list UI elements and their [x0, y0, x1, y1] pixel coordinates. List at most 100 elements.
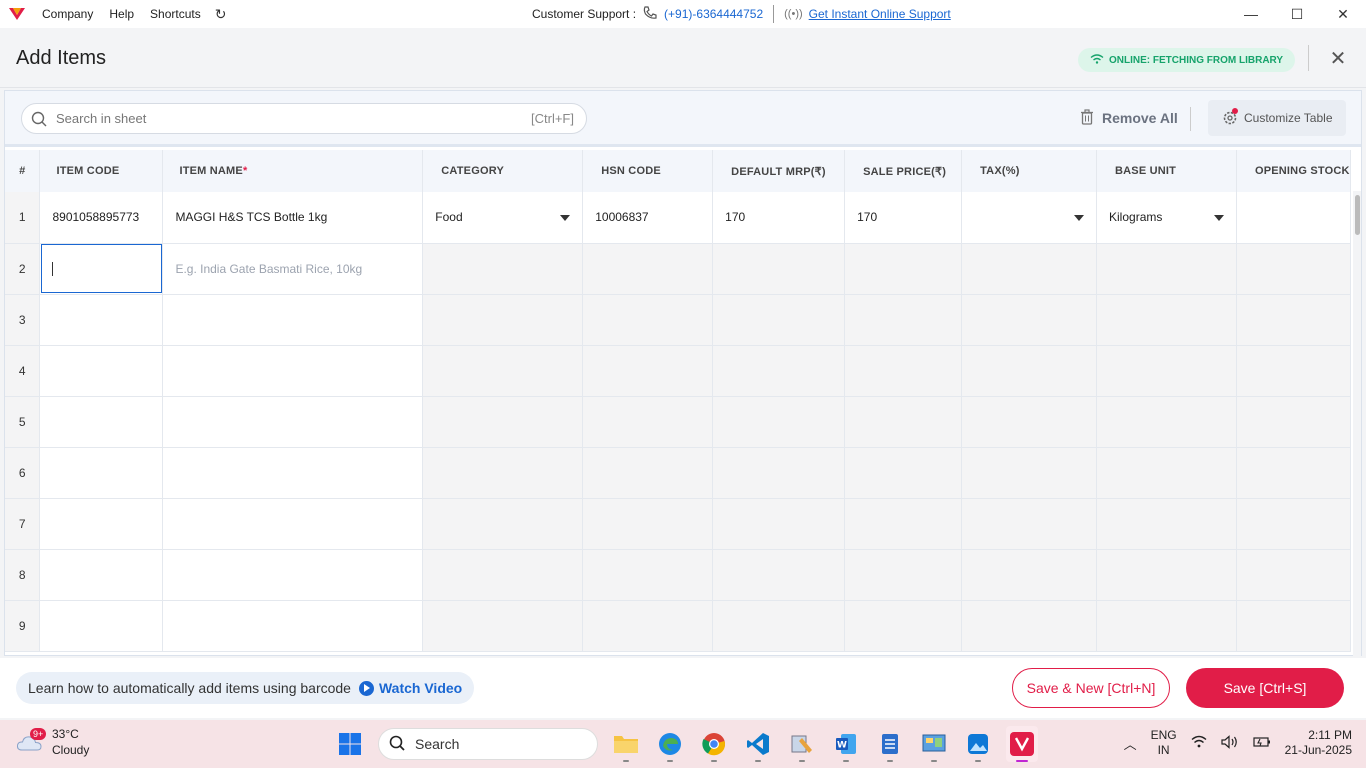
scrollbar-thumb[interactable] — [1355, 195, 1360, 235]
tax-cell[interactable] — [961, 345, 1098, 397]
sale-price-cell[interactable]: 170 — [844, 192, 963, 244]
edge-browser-icon[interactable] — [654, 726, 686, 762]
item-code-input[interactable] — [39, 243, 164, 295]
hsn-code-cell[interactable]: 10006837 — [582, 192, 714, 244]
item-name-cell[interactable] — [162, 498, 424, 550]
category-cell[interactable] — [422, 396, 584, 448]
item-code-cell[interactable] — [39, 447, 164, 499]
hsn-code-cell[interactable] — [582, 345, 714, 397]
opening-stock-cell[interactable] — [1236, 294, 1351, 346]
base-unit-cell[interactable] — [1096, 345, 1237, 397]
sale-price-cell[interactable] — [844, 600, 963, 652]
save-and-new-button[interactable]: Save & New [Ctrl+N] — [1012, 668, 1170, 708]
hsn-code-cell[interactable] — [582, 396, 714, 448]
mrp-cell[interactable] — [712, 600, 846, 652]
language-indicator[interactable]: ENG IN — [1151, 728, 1177, 758]
mrp-cell[interactable] — [712, 396, 846, 448]
item-name-input[interactable]: E.g. India Gate Basmati Rice, 10kg — [162, 243, 424, 295]
mrp-cell[interactable] — [712, 345, 846, 397]
weather-widget[interactable]: 9+ 33°C Cloudy — [16, 726, 89, 758]
chrome-browser-icon[interactable] — [698, 726, 730, 762]
mrp-cell[interactable] — [712, 294, 846, 346]
item-name-cell[interactable] — [162, 600, 424, 652]
mrp-cell[interactable] — [712, 549, 846, 601]
opening-stock-cell[interactable] — [1236, 549, 1351, 601]
refresh-icon[interactable]: ↻ — [215, 6, 227, 23]
opening-stock-cell[interactable] — [1236, 498, 1351, 550]
taskbar-search[interactable]: Search — [378, 728, 598, 760]
opening-stock-cell[interactable] — [1236, 192, 1351, 244]
opening-stock-cell[interactable] — [1236, 447, 1351, 499]
photos-app-icon[interactable] — [962, 726, 994, 762]
sale-price-cell[interactable] — [844, 549, 963, 601]
wifi-icon[interactable] — [1191, 735, 1207, 751]
opening-stock-cell[interactable] — [1236, 243, 1351, 295]
opening-stock-cell[interactable] — [1236, 345, 1351, 397]
hsn-code-cell[interactable] — [582, 447, 714, 499]
tax-cell[interactable] — [961, 498, 1098, 550]
menu-company[interactable]: Company — [34, 7, 101, 21]
sale-price-cell[interactable] — [844, 345, 963, 397]
base-unit-cell[interactable] — [1096, 294, 1237, 346]
tax-cell[interactable] — [961, 600, 1098, 652]
item-code-cell[interactable] — [39, 498, 164, 550]
sale-price-cell[interactable] — [844, 447, 963, 499]
category-cell[interactable] — [422, 549, 584, 601]
vertical-scrollbar[interactable] — [1353, 191, 1361, 657]
base-unit-cell[interactable] — [1096, 447, 1237, 499]
sale-price-cell[interactable] — [844, 294, 963, 346]
tools-app-icon[interactable] — [786, 726, 818, 762]
customize-table-button[interactable]: Customize Table — [1208, 100, 1346, 136]
support-phone[interactable]: (+91)-6364444752 — [664, 7, 763, 21]
opening-stock-cell[interactable] — [1236, 396, 1351, 448]
mrp-cell[interactable]: 170 — [712, 192, 846, 244]
tax-cell[interactable] — [961, 243, 1098, 295]
item-code-cell[interactable] — [39, 549, 164, 601]
base-unit-cell[interactable] — [1096, 549, 1237, 601]
mrp-cell[interactable] — [712, 498, 846, 550]
hsn-code-cell[interactable] — [582, 549, 714, 601]
item-name-cell[interactable]: MAGGI H&S TCS Bottle 1kg — [162, 192, 424, 244]
item-code-cell[interactable] — [39, 600, 164, 652]
hsn-code-cell[interactable] — [582, 243, 714, 295]
remove-all-button[interactable]: Remove All — [1080, 107, 1178, 129]
tax-cell[interactable] — [961, 549, 1098, 601]
hsn-code-cell[interactable] — [582, 294, 714, 346]
base-unit-cell[interactable] — [1096, 498, 1237, 550]
close-window-icon[interactable]: ✕ — [1320, 0, 1366, 28]
category-cell[interactable] — [422, 447, 584, 499]
battery-icon[interactable] — [1253, 736, 1271, 751]
category-cell[interactable] — [422, 243, 584, 295]
base-unit-cell[interactable] — [1096, 600, 1237, 652]
category-select[interactable]: Food — [422, 192, 584, 244]
save-button[interactable]: Save [Ctrl+S] — [1186, 668, 1344, 708]
opening-stock-cell[interactable] — [1236, 600, 1351, 652]
menu-help[interactable]: Help — [101, 7, 142, 21]
menu-shortcuts[interactable]: Shortcuts — [142, 7, 209, 21]
search-input[interactable]: Search in sheet [Ctrl+F] — [21, 103, 587, 134]
watch-video-link[interactable]: Watch Video — [358, 680, 462, 696]
tax-cell[interactable] — [961, 447, 1098, 499]
app-logo-icon[interactable] — [0, 0, 34, 28]
sale-price-cell[interactable] — [844, 243, 963, 295]
mrp-cell[interactable] — [712, 447, 846, 499]
item-code-cell[interactable] — [39, 294, 164, 346]
category-cell[interactable] — [422, 294, 584, 346]
volume-icon[interactable] — [1221, 734, 1239, 752]
base-unit-cell[interactable] — [1096, 396, 1237, 448]
notepad-icon[interactable] — [874, 726, 906, 762]
item-name-cell[interactable] — [162, 447, 424, 499]
windows-start-icon[interactable] — [334, 726, 366, 762]
sale-price-cell[interactable] — [844, 396, 963, 448]
item-name-cell[interactable] — [162, 549, 424, 601]
item-code-cell[interactable] — [39, 396, 164, 448]
close-icon[interactable]: ✕ — [1326, 46, 1350, 70]
word-icon[interactable]: W — [830, 726, 862, 762]
minimize-icon[interactable]: — — [1228, 0, 1274, 28]
item-name-cell[interactable] — [162, 294, 424, 346]
tax-cell[interactable] — [961, 294, 1098, 346]
hsn-code-cell[interactable] — [582, 600, 714, 652]
clock[interactable]: 2:11 PM 21-Jun-2025 — [1285, 728, 1352, 758]
vscode-icon[interactable] — [742, 726, 774, 762]
category-cell[interactable] — [422, 600, 584, 652]
